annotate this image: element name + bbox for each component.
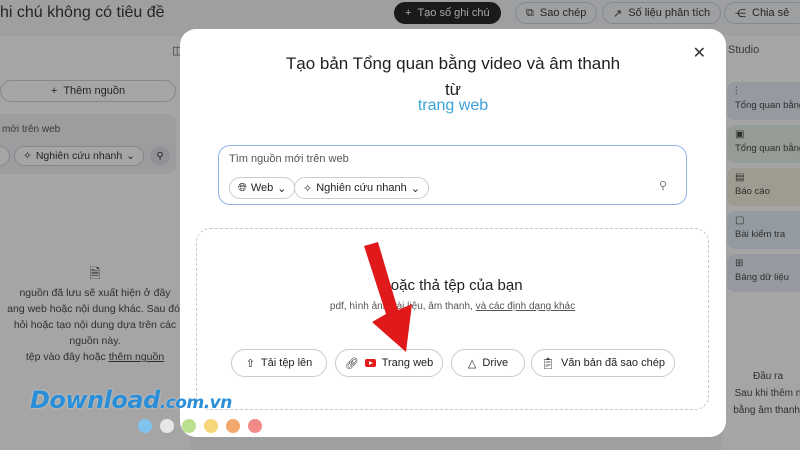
clipboard-icon: 📋︎ <box>541 357 555 370</box>
drop-zone-title: hoặc thả tệp của bạn <box>382 277 523 294</box>
dialog-title: Tạo bản Tổng quan bằng video và âm thanh… <box>285 54 621 99</box>
search-icon[interactable]: ⚲ <box>659 179 667 192</box>
web-search-box: 🌐︎ Web ⌄ ✧ Nghiên cứu nhanh ⌄ ⚲ <box>218 145 687 205</box>
chevron-down-icon: ⌄ <box>410 182 420 195</box>
supported-types: pdf, hình ảnh, tài liệu, âm thanh, và cá… <box>329 301 576 312</box>
sparkle-search-icon: ✧ <box>303 182 313 195</box>
drive-icon: △ <box>467 357 477 370</box>
watermark-dot <box>248 419 262 433</box>
close-icon[interactable]: ✕ <box>693 43 706 63</box>
drive-button[interactable]: △ Drive <box>451 349 525 377</box>
watermark-dot <box>160 419 174 433</box>
watermark-dot <box>182 419 196 433</box>
chevron-down-icon: ⌄ <box>277 182 287 195</box>
research-select[interactable]: ✧ Nghiên cứu nhanh ⌄ <box>294 177 429 199</box>
file-drop-zone[interactable]: hoặc thả tệp của bạn pdf, hình ảnh, tài … <box>196 228 709 410</box>
upload-icon: ⇧ <box>245 357 255 370</box>
add-source-dialog: ✕ Tạo bản Tổng quan bằng video và âm tha… <box>180 29 726 437</box>
copied-text-button[interactable]: 📋︎ Văn bản đã sao chép <box>531 349 675 377</box>
globe-icon: 🌐︎ <box>238 181 247 194</box>
watermark-dot <box>138 419 152 433</box>
red-arrow-annotation <box>364 242 412 352</box>
drive-label: Drive <box>482 357 509 369</box>
more-formats-link[interactable]: và các định dạng khác <box>476 301 576 312</box>
research-select-label: Nghiên cứu nhanh <box>316 182 407 194</box>
web-select-label: Web <box>250 182 274 194</box>
watermark-dot <box>204 419 218 433</box>
youtube-icon <box>364 359 376 367</box>
dialog-subtitle: trang web <box>280 97 626 115</box>
web-select[interactable]: 🌐︎ Web ⌄ <box>229 177 296 199</box>
download-watermark-logo: Download.com.vn <box>30 386 232 414</box>
copied-text-label: Văn bản đã sao chép <box>560 357 665 369</box>
watermark-dots <box>138 419 262 433</box>
watermark-dot <box>226 419 240 433</box>
upload-file-button[interactable]: ⇧ Tải tệp lên <box>231 349 327 377</box>
upload-file-label: Tải tệp lên <box>260 357 313 369</box>
web-search-input[interactable] <box>229 153 649 165</box>
